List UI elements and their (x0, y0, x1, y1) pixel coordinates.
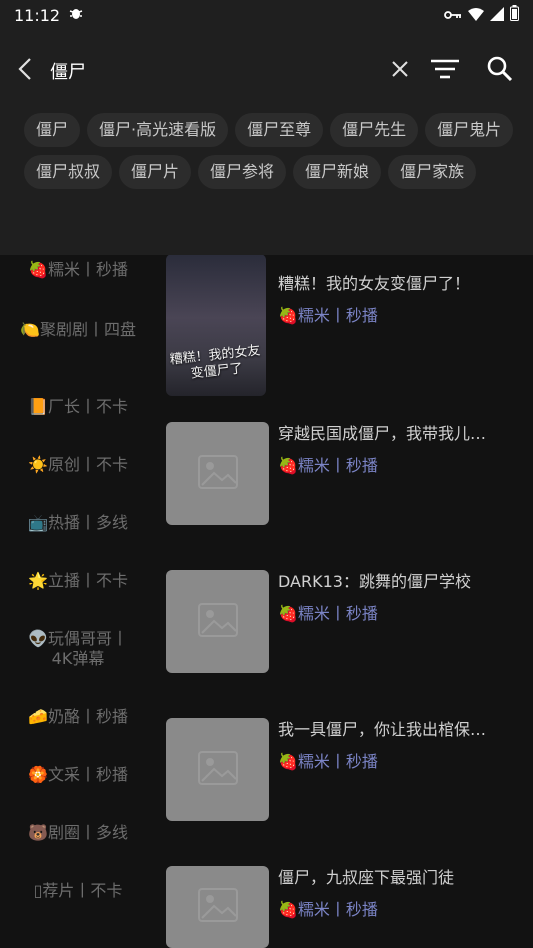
suggestion-chip[interactable]: 僵尸新娘 (293, 155, 382, 189)
clear-button[interactable] (386, 57, 414, 85)
result-source: 🍓糯米丨秒播 (278, 306, 378, 325)
search-header: 僵尸 僵尸 僵尸·高光速看版 僵尸至尊 僵尸先生 僵尸鬼片 僵尸叔叔 僵尸片 僵… (0, 30, 533, 255)
filter-button[interactable] (428, 57, 462, 85)
chevron-left-icon (18, 57, 32, 85)
result-source: 🍓糯米丨秒播 (278, 900, 378, 919)
search-icon (487, 56, 513, 86)
result-source: 🍓糯米丨秒播 (278, 456, 378, 475)
result-title: 穿越民国成僵尸，我带我儿子打鬼子 (278, 424, 496, 443)
poster-title: 糟糕！我的女友变僵尸了 (169, 343, 262, 382)
result-item[interactable]: 我一具僵尸，你让我出棺保护人类？ 🍓糯米丨秒播 (166, 718, 526, 828)
result-title: DARK13：跳舞的僵尸学校 (278, 572, 471, 591)
close-icon (391, 60, 409, 82)
result-title: 糟糕！我的女友变僵尸了！ (278, 274, 471, 293)
image-placeholder-icon (197, 454, 238, 493)
result-title: 我一具僵尸，你让我出棺保护人类？ (278, 720, 496, 739)
image-placeholder-icon (197, 602, 238, 641)
suggestion-chip[interactable]: 僵尸片 (119, 155, 192, 189)
back-button[interactable] (12, 55, 38, 87)
placeholder-thumbnail (166, 570, 269, 673)
result-source: 🍓糯米丨秒播 (278, 752, 378, 771)
suggestion-chip[interactable]: 僵尸先生 (330, 113, 419, 147)
suggestion-chip[interactable]: 僵尸叔叔 (24, 155, 113, 189)
image-placeholder-icon (197, 888, 238, 926)
placeholder-thumbnail (166, 718, 269, 821)
result-item[interactable]: 糟糕！我的女友变僵尸了 糟糕！我的女友变僵尸了！ 🍓糯米丨秒播 (166, 254, 526, 398)
search-button[interactable] (484, 55, 516, 87)
suggestion-chip[interactable]: 僵尸家族 (388, 155, 477, 189)
suggestion-chip[interactable]: 僵尸参将 (198, 155, 287, 189)
search-row: 僵尸 (0, 48, 533, 94)
suggestion-chip[interactable]: 僵尸 (24, 113, 81, 147)
suggestion-chip[interactable]: 僵尸鬼片 (425, 113, 514, 147)
placeholder-thumbnail (166, 422, 269, 525)
image-placeholder-icon (197, 750, 238, 789)
poster-thumbnail: 糟糕！我的女友变僵尸了 (166, 254, 266, 396)
result-source: 🍓糯米丨秒播 (278, 604, 378, 623)
search-input[interactable]: 僵尸 (50, 58, 86, 84)
result-item[interactable]: 僵尸，九叔座下最强门徒 🍓糯米丨秒播 (166, 866, 526, 948)
result-title: 僵尸，九叔座下最强门徒 (278, 868, 455, 887)
placeholder-thumbnail (166, 866, 269, 948)
filter-icon (430, 58, 460, 84)
result-item[interactable]: 穿越民国成僵尸，我带我儿子打鬼子 🍓糯米丨秒播 (166, 422, 526, 532)
suggestion-chip[interactable]: 僵尸至尊 (235, 113, 324, 147)
result-item[interactable]: DARK13：跳舞的僵尸学校 🍓糯米丨秒播 (166, 570, 526, 680)
suggestion-chips: 僵尸 僵尸·高光速看版 僵尸至尊 僵尸先生 僵尸鬼片 僵尸叔叔 僵尸片 僵尸参将… (24, 113, 514, 189)
suggestion-chip[interactable]: 僵尸·高光速看版 (87, 113, 229, 147)
